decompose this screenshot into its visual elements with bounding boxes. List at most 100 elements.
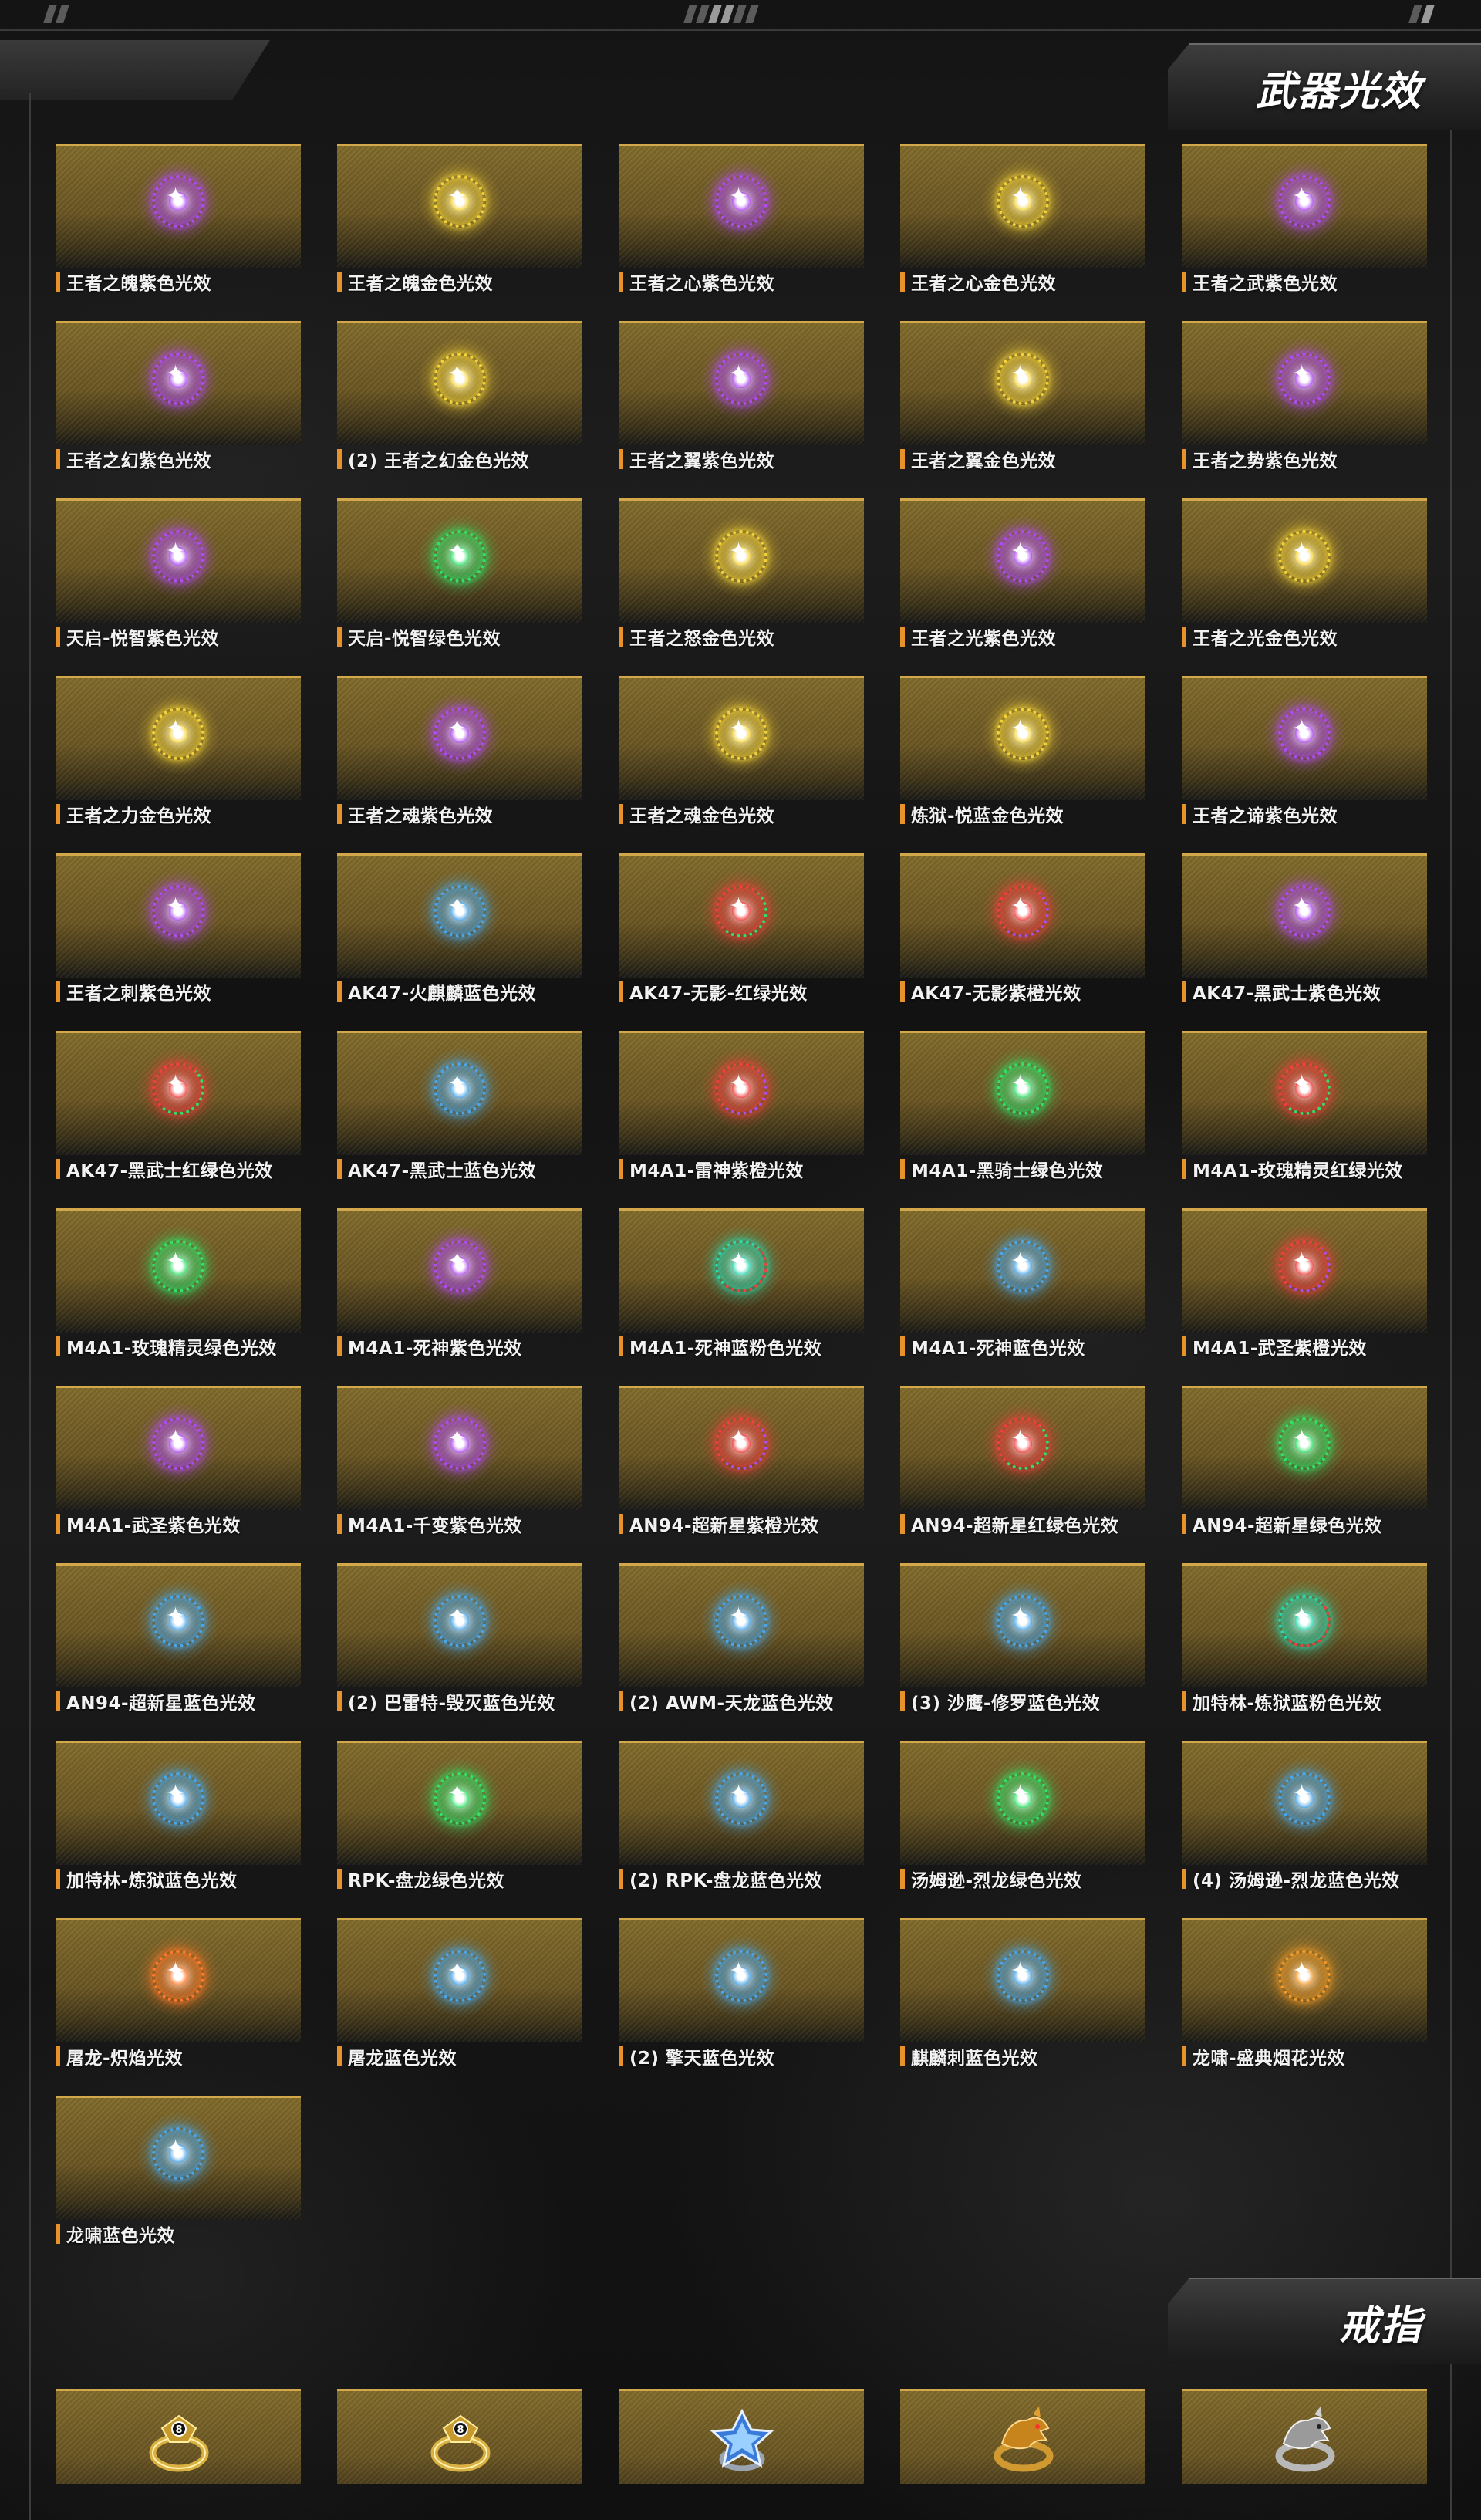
effect-card[interactable]: 王者之心紫色光效 xyxy=(619,144,864,313)
effect-card[interactable]: AK47-黑武士紫色光效 xyxy=(1182,853,1427,1023)
effect-card[interactable]: 加特林-炼狱蓝色光效 xyxy=(56,1741,301,1910)
effect-preview xyxy=(56,2096,301,2220)
effect-preview xyxy=(1182,498,1427,623)
effect-card[interactable]: M4A1-武圣紫色光效 xyxy=(56,1386,301,1556)
glow-orb-icon xyxy=(418,515,501,598)
effect-card[interactable]: 王者之光紫色光效 xyxy=(900,498,1145,668)
effect-card[interactable]: 加特林-炼狱蓝粉色光效 xyxy=(1182,1563,1427,1733)
glow-orb-icon xyxy=(1263,1402,1346,1485)
effect-name: AN94-超新星蓝色光效 xyxy=(66,1694,256,1714)
effect-card[interactable]: 天启-悦智紫色光效 xyxy=(56,498,301,668)
effect-card[interactable]: (2) 王者之幻金色光效 xyxy=(337,321,582,491)
effect-card[interactable]: 王者之幻紫色光效 xyxy=(56,321,301,491)
effect-card[interactable]: 屠龙蓝色光效 xyxy=(337,1918,582,2088)
effect-card[interactable]: 王者之翼紫色光效 xyxy=(619,321,864,491)
glow-orb-icon xyxy=(137,1579,220,1663)
effect-card[interactable]: 汤姆逊-烈龙绿色光效 xyxy=(900,1741,1145,1910)
effect-label: 王者之势紫色光效 xyxy=(1182,448,1436,471)
label-accent-bar xyxy=(619,1514,623,1534)
effect-card[interactable]: AK47-无影紫橙光效 xyxy=(900,853,1145,1023)
effect-card[interactable]: 王者之怒金色光效 xyxy=(619,498,864,668)
effect-card[interactable]: 王者之力金色光效 xyxy=(56,676,301,846)
effect-card[interactable]: M4A1-死神蓝粉色光效 xyxy=(619,1208,864,1378)
top-right-marks xyxy=(1408,5,1436,23)
effect-card[interactable]: 王者之刺紫色光效 xyxy=(56,853,301,1023)
ring-card[interactable]: 8 xyxy=(56,2389,301,2484)
sparkle-icon xyxy=(729,538,751,566)
sparkle-icon xyxy=(447,538,469,566)
effect-card[interactable]: M4A1-武圣紫橙光效 xyxy=(1182,1208,1427,1378)
effect-preview xyxy=(56,321,301,445)
effect-card[interactable]: M4A1-死神紫色光效 xyxy=(337,1208,582,1378)
effect-card[interactable]: 炼狱-悦蓝金色光效 xyxy=(900,676,1145,846)
label-accent-bar xyxy=(1182,1159,1186,1179)
effect-preview xyxy=(1182,1031,1427,1155)
effect-card[interactable]: (2) 巴雷特-毁灭蓝色光效 xyxy=(337,1563,582,1733)
effect-card[interactable]: 王者之谛紫色光效 xyxy=(1182,676,1427,846)
label-accent-bar xyxy=(900,804,905,824)
effect-card[interactable]: RPK-盘龙绿色光效 xyxy=(337,1741,582,1910)
effect-card[interactable]: 王者之魂紫色光效 xyxy=(337,676,582,846)
sparkle-icon xyxy=(1010,1780,1032,1808)
effect-card[interactable]: AN94-超新星紫橙光效 xyxy=(619,1386,864,1556)
effect-name: 王者之魂金色光效 xyxy=(629,806,774,826)
label-accent-bar xyxy=(900,449,905,469)
section-title-rings: 戒指 xyxy=(1338,2303,1422,2349)
effect-preview xyxy=(1182,1563,1427,1687)
glow-orb-icon xyxy=(137,870,220,953)
effect-card[interactable]: 天启-悦智绿色光效 xyxy=(337,498,582,668)
effect-card[interactable]: AK47-黑武士红绿色光效 xyxy=(56,1031,301,1201)
label-accent-bar xyxy=(619,272,623,292)
effect-name: 龙啸蓝色光效 xyxy=(66,2226,175,2246)
effect-card[interactable]: (2) 擎天蓝色光效 xyxy=(619,1918,864,2088)
effect-card[interactable]: 王者之魂金色光效 xyxy=(619,676,864,846)
effect-card[interactable]: (2) RPK-盘龙蓝色光效 xyxy=(619,1741,864,1910)
effect-card[interactable]: 麒麟刺蓝色光效 xyxy=(900,1918,1145,2088)
effect-card[interactable]: 王者之心金色光效 xyxy=(900,144,1145,313)
effect-card[interactable]: 王者之武紫色光效 xyxy=(1182,144,1427,313)
effect-card[interactable]: M4A1-千变紫色光效 xyxy=(337,1386,582,1556)
glow-orb-icon xyxy=(981,160,1064,243)
label-accent-bar xyxy=(337,1869,342,1889)
effect-card[interactable]: 王者之光金色光效 xyxy=(1182,498,1427,668)
effect-card[interactable]: M4A1-雷神紫橙光效 xyxy=(619,1031,864,1201)
sparkle-icon xyxy=(447,1070,469,1098)
effect-card[interactable]: AK47-火麒麟蓝色光效 xyxy=(337,853,582,1023)
effect-card[interactable]: AK47-黑武士蓝色光效 xyxy=(337,1031,582,1201)
effect-card[interactable]: (4) 汤姆逊-烈龙蓝色光效 xyxy=(1182,1741,1427,1910)
label-accent-bar xyxy=(337,1159,342,1179)
label-accent-bar xyxy=(56,627,60,647)
effect-card[interactable]: 王者之魄金色光效 xyxy=(337,144,582,313)
section-header-effects: 武器光效 xyxy=(1168,43,1481,130)
effect-card[interactable]: M4A1-黑骑士绿色光效 xyxy=(900,1031,1145,1201)
top-center-marks xyxy=(683,5,761,23)
effect-label: M4A1-雷神紫橙光效 xyxy=(619,1157,873,1181)
effect-card[interactable]: 屠龙-炽焰光效 xyxy=(56,1918,301,2088)
effect-card[interactable]: M4A1-玫瑰精灵红绿光效 xyxy=(1182,1031,1427,1201)
effect-label: (2) 擎天蓝色光效 xyxy=(619,2045,873,2069)
effect-card[interactable]: (2) AWM-天龙蓝色光效 xyxy=(619,1563,864,1733)
ring-card[interactable] xyxy=(619,2389,864,2484)
sparkle-icon xyxy=(1292,893,1314,921)
effect-name: (2) AWM-天龙蓝色光效 xyxy=(629,1694,834,1714)
effect-card[interactable]: 王者之翼金色光效 xyxy=(900,321,1145,491)
effect-label: 龙啸蓝色光效 xyxy=(56,2222,310,2246)
effect-card[interactable]: 龙啸-盛典烟花光效 xyxy=(1182,1918,1427,2088)
effect-card[interactable]: AN94-超新星蓝色光效 xyxy=(56,1563,301,1733)
ring-card[interactable] xyxy=(1182,2389,1427,2484)
effect-card[interactable]: 王者之魄紫色光效 xyxy=(56,144,301,313)
effect-card[interactable]: (3) 沙鹰-修罗蓝色光效 xyxy=(900,1563,1145,1733)
effect-card[interactable]: AN94-超新星绿色光效 xyxy=(1182,1386,1427,1556)
effect-preview xyxy=(1182,1208,1427,1333)
effect-card[interactable]: 王者之势紫色光效 xyxy=(1182,321,1427,491)
ring-card[interactable]: 8 xyxy=(337,2389,582,2484)
effect-card[interactable]: M4A1-死神蓝色光效 xyxy=(900,1208,1145,1378)
effect-card[interactable]: AN94-超新星红绿色光效 xyxy=(900,1386,1145,1556)
ring-card[interactable] xyxy=(900,2389,1145,2484)
sparkle-icon xyxy=(1292,715,1314,743)
effect-card[interactable]: M4A1-玫瑰精灵绿色光效 xyxy=(56,1208,301,1378)
sparkle-icon xyxy=(729,715,751,743)
effect-card[interactable]: 龙啸蓝色光效 xyxy=(56,2096,301,2265)
glow-orb-icon xyxy=(700,1402,783,1485)
effect-card[interactable]: AK47-无影-红绿光效 xyxy=(619,853,864,1023)
